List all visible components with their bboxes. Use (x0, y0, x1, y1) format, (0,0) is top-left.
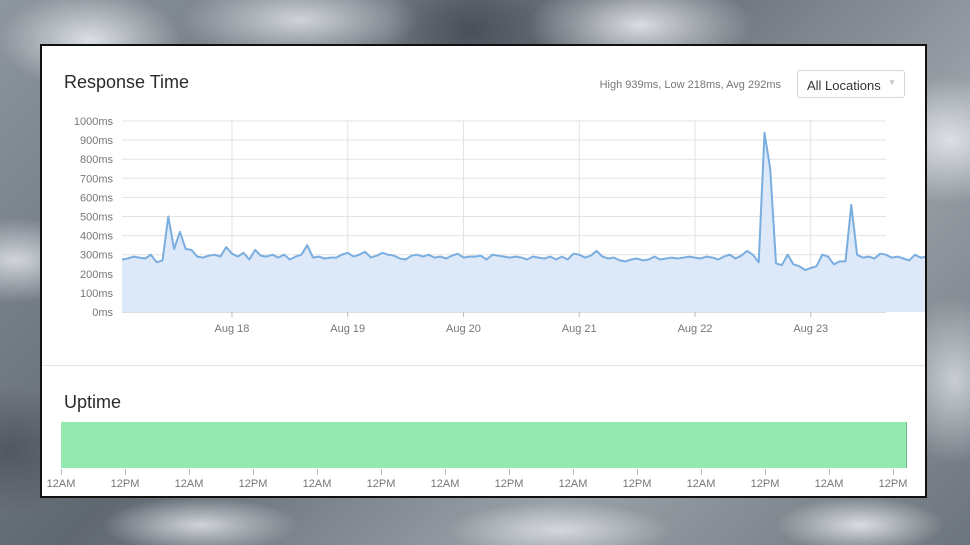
uptime-tick-mark (765, 469, 766, 475)
response-time-line (121, 131, 925, 271)
uptime-tick-mark (61, 469, 62, 475)
uptime-tick-mark (829, 469, 830, 475)
uptime-tick-label: 12AM (174, 478, 204, 490)
monitor-panel: Response Time High 939ms, Low 218ms, Avg… (40, 44, 927, 498)
uptime-tick-mark (573, 469, 574, 475)
x-tick-label: Aug 19 (330, 323, 365, 335)
uptime-tick-mark (253, 469, 254, 475)
uptime-tick-label: 12AM (46, 478, 76, 490)
y-tick-label: 600ms (80, 192, 114, 204)
uptime-tick-mark (381, 469, 382, 475)
uptime-title: Uptime (64, 392, 122, 412)
uptime-tick-mark (125, 469, 126, 475)
y-tick-label: 0ms (92, 307, 113, 319)
uptime-tick-label: 12AM (686, 478, 716, 490)
x-tick-label: Aug 18 (215, 323, 250, 335)
x-tick-label: Aug 21 (562, 323, 597, 335)
uptime-tick-mark (317, 469, 318, 475)
uptime-tick-label: 12PM (366, 478, 396, 490)
uptime-tick-label: 12PM (110, 478, 140, 490)
y-tick-label: 800ms (80, 154, 114, 166)
y-tick-label: 400ms (80, 231, 114, 243)
x-tick-label: Aug 22 (678, 323, 713, 335)
uptime-tick-mark (509, 469, 510, 475)
uptime-tick-mark (445, 469, 446, 475)
y-tick-label: 100ms (80, 288, 114, 300)
uptime-tick-label: 12PM (750, 478, 780, 490)
response-time-chart: 0ms 100ms 200ms 300ms 400ms 500ms 600ms 700ms 80… (74, 116, 925, 335)
y-tick-label: 700ms (80, 173, 114, 185)
y-tick-label: 300ms (80, 250, 114, 262)
uptime-tick-label: 12PM (238, 478, 268, 490)
uptime-tick-mark (701, 469, 702, 475)
uptime-tick-label: 12AM (430, 478, 460, 490)
uptime-tick-label: 12AM (558, 478, 588, 490)
y-tick-label: 200ms (80, 269, 114, 281)
uptime-tick-label: 12AM (814, 478, 844, 490)
section-divider (42, 365, 925, 366)
y-tick-label: 900ms (80, 135, 114, 147)
uptime-tick-mark (893, 469, 894, 475)
y-tick-label: 1000ms (74, 116, 114, 128)
uptime-bar (61, 422, 907, 468)
uptime-tick-mark (189, 469, 190, 475)
x-tick-label: Aug 20 (446, 323, 481, 335)
uptime-tick-label: 12AM (302, 478, 332, 490)
x-tick-label: Aug 23 (793, 323, 828, 335)
uptime-tick-label: 12PM (878, 478, 908, 490)
y-tick-label: 500ms (80, 212, 114, 224)
uptime-tick-label: 12PM (494, 478, 524, 490)
uptime-tick-label: 12PM (622, 478, 652, 490)
uptime-tick-mark (637, 469, 638, 475)
